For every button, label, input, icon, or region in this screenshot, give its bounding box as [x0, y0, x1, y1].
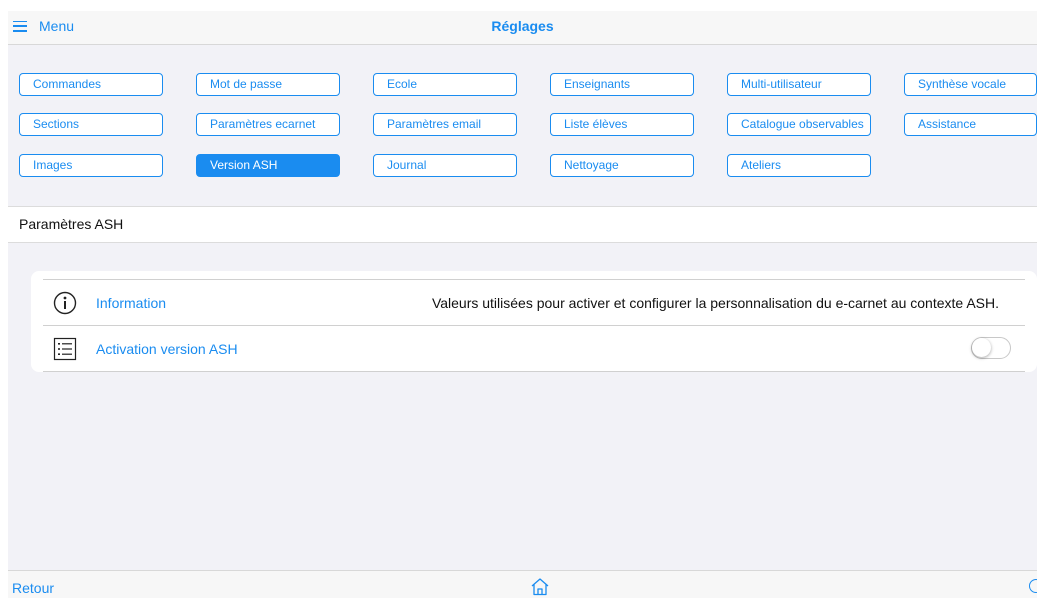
settings-card: Information Valeurs utilisées pour activ…	[31, 271, 1037, 372]
app-window: Menu Réglages Commandes Mot de passe Eco…	[8, 11, 1037, 598]
section-header: Paramètres ASH	[8, 206, 1037, 243]
tab-liste-eleves[interactable]: Liste élèves	[550, 113, 694, 136]
info-icon	[53, 291, 77, 315]
information-label: Information	[96, 294, 167, 311]
back-button[interactable]: Retour	[12, 580, 54, 596]
activation-toggle[interactable]	[971, 337, 1011, 359]
tab-synthese-vocale[interactable]: Synthèse vocale	[904, 73, 1037, 96]
tab-assistance[interactable]: Assistance	[904, 113, 1037, 136]
section-title: Paramètres ASH	[19, 216, 124, 232]
tab-images[interactable]: Images	[19, 154, 163, 177]
home-icon[interactable]	[530, 577, 550, 596]
tab-enseignants[interactable]: Enseignants	[550, 73, 694, 96]
tab-sections[interactable]: Sections	[19, 113, 163, 136]
setting-row-information[interactable]: Information Valeurs utilisées pour activ…	[43, 279, 1025, 325]
partial-circle-icon[interactable]	[1029, 579, 1037, 593]
tab-parametres-ecarnet[interactable]: Paramètres ecarnet	[196, 113, 340, 136]
information-value: Valeurs utilisées pour activer et config…	[431, 294, 999, 311]
tab-nettoyage[interactable]: Nettoyage	[550, 154, 694, 177]
tab-ecole[interactable]: Ecole	[373, 73, 517, 96]
list-icon	[53, 337, 77, 361]
tab-parametres-email[interactable]: Paramètres email	[373, 113, 517, 136]
tab-multi-utilisateur[interactable]: Multi-utilisateur	[727, 73, 871, 96]
tab-commandes[interactable]: Commandes	[19, 73, 163, 96]
top-bar: Menu Réglages	[8, 11, 1037, 45]
tab-journal[interactable]: Journal	[373, 154, 517, 177]
tab-ateliers[interactable]: Ateliers	[727, 154, 871, 177]
toggle-knob	[972, 338, 991, 357]
bottom-bar: Retour	[8, 570, 1037, 598]
tab-catalogue-observables[interactable]: Catalogue observables	[727, 113, 871, 136]
activation-label: Activation version ASH	[96, 340, 238, 357]
setting-row-activation-ash[interactable]: Activation version ASH	[43, 325, 1025, 372]
tab-version-ash[interactable]: Version ASH	[196, 154, 340, 177]
page-title: Réglages	[491, 18, 554, 34]
tab-mot-de-passe[interactable]: Mot de passe	[196, 73, 340, 96]
